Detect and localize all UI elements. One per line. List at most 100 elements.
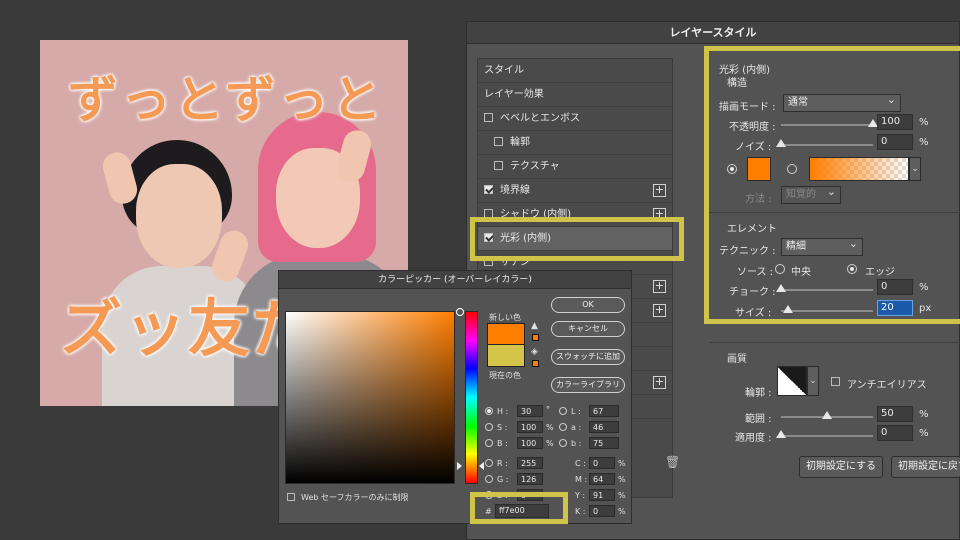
reset-default-button[interactable]: 初期設定に戻す [891, 456, 960, 478]
web-safe-icon[interactable]: ◈ [531, 347, 538, 357]
style-list-label: 境界線 [500, 185, 530, 196]
l-field[interactable]: 67 [589, 405, 619, 417]
gamut-warning-swatch[interactable] [532, 334, 539, 341]
jitter-unit: % [919, 428, 929, 439]
style-list-item[interactable]: テクスチャ [478, 155, 672, 179]
cancel-button[interactable]: キャンセル [551, 321, 625, 337]
style-checkbox[interactable] [484, 113, 493, 122]
g-field[interactable]: 126 [517, 473, 543, 485]
make-default-button[interactable]: 初期設定にする [799, 456, 883, 478]
add-effect-icon[interactable]: + [653, 304, 666, 317]
range-label: 範囲 : [745, 414, 772, 425]
m-label: M : [575, 475, 588, 484]
lab-b-radio[interactable] [559, 439, 567, 447]
s-unit: % [546, 423, 554, 432]
jitter-label: 適用度 : [735, 433, 772, 444]
k-field[interactable]: 0 [589, 505, 615, 517]
l-label: L : [571, 407, 581, 416]
k-unit: % [618, 507, 626, 516]
new-color-label: 新しい色 [489, 313, 521, 322]
antialias-label: アンチエイリアス [847, 380, 927, 391]
color-picker-ring[interactable] [456, 308, 464, 316]
ok-button[interactable]: OK [551, 297, 625, 313]
style-checkbox[interactable] [494, 161, 503, 170]
add-to-swatches-button[interactable]: スウォッチに追加 [551, 349, 625, 365]
photo-title-line1: ずっとずっと [68, 71, 385, 129]
c-label: C : [575, 459, 586, 468]
c-field[interactable]: 0 [589, 457, 615, 469]
style-checkbox[interactable] [494, 137, 503, 146]
contour-preview[interactable] [777, 366, 807, 396]
current-color-swatch[interactable] [487, 345, 525, 367]
s-field[interactable]: 100 [517, 421, 543, 433]
range-field[interactable]: 50 [877, 406, 913, 422]
b-unit: % [546, 439, 554, 448]
r-radio[interactable] [485, 459, 493, 467]
style-list-label: 輪郭 [510, 137, 530, 148]
gamut-warning-icon[interactable]: ▲ [531, 321, 538, 331]
web-safe-checkbox[interactable] [287, 493, 295, 501]
quality-title: 画質 [727, 354, 747, 365]
a-radio[interactable] [559, 423, 567, 431]
antialias-checkbox[interactable] [831, 377, 840, 386]
range-unit: % [919, 409, 929, 420]
r-field[interactable]: 255 [517, 457, 543, 469]
h-unit: ° [546, 405, 550, 414]
m-field[interactable]: 64 [589, 473, 615, 485]
range-slider-thumb[interactable] [822, 411, 832, 419]
dialog-title: レイヤースタイル [467, 22, 959, 44]
saturation-brightness-field[interactable] [285, 308, 464, 484]
a-label: a : [571, 423, 582, 432]
highlight-inner-glow-item [470, 217, 684, 261]
jitter-field[interactable]: 0 [877, 425, 913, 441]
y-label: Y : [575, 491, 586, 500]
person-left-face [136, 164, 222, 268]
hue-slider-arrow[interactable] [457, 462, 462, 470]
k-label: K : [575, 507, 586, 516]
b-field[interactable]: 100 [517, 437, 543, 449]
hue-slider-arrow[interactable] [479, 462, 484, 470]
l-radio[interactable] [559, 407, 567, 415]
color-picker-title: カラーピッカー (オーバーレイカラー) [279, 271, 631, 289]
a-field[interactable]: 46 [589, 421, 619, 433]
add-effect-icon[interactable]: + [653, 376, 666, 389]
y-unit: % [618, 491, 626, 500]
s-radio[interactable] [485, 423, 493, 431]
b-radio[interactable] [485, 439, 493, 447]
r-label: R : [497, 459, 508, 468]
web-safe-swatch[interactable] [532, 360, 539, 367]
divider [709, 342, 960, 343]
h-field[interactable]: 30 [517, 405, 543, 417]
h-label: H : [497, 407, 509, 416]
add-effect-icon[interactable]: + [653, 280, 666, 293]
style-list-label: ベベルとエンボス [500, 113, 580, 124]
b-label: B : [497, 439, 508, 448]
style-list-item[interactable]: 輪郭 [478, 131, 672, 155]
highlight-hex-field [470, 492, 568, 524]
style-list-item[interactable]: 境界線 + [478, 179, 672, 203]
highlight-inner-glow-panel [704, 46, 960, 324]
trash-icon[interactable]: 🗑 [665, 455, 680, 469]
style-list-item[interactable]: レイヤー効果 [478, 83, 672, 107]
h-radio[interactable] [485, 407, 493, 415]
style-list-label: スタイル [484, 65, 524, 76]
style-list-label: レイヤー効果 [484, 89, 544, 100]
color-picker-dialog: カラーピッカー (オーバーレイカラー) 新しい色 現在の色 ▲ ◈ OK キャン… [278, 270, 632, 524]
lab-b-field[interactable]: 75 [589, 437, 619, 449]
m-unit: % [618, 475, 626, 484]
jitter-slider[interactable] [781, 435, 873, 437]
y-field[interactable]: 91 [589, 489, 615, 501]
style-list-item[interactable]: ベベルとエンボス [478, 107, 672, 131]
add-effect-icon[interactable]: + [653, 184, 666, 197]
style-checkbox[interactable] [484, 185, 493, 194]
hue-slider[interactable] [465, 311, 478, 484]
color-libraries-button[interactable]: カラーライブラリ [551, 377, 625, 393]
contour-dropdown-icon[interactable]: ⌄ [807, 366, 819, 396]
new-color-swatch [487, 323, 525, 345]
jitter-slider-thumb[interactable] [776, 430, 786, 438]
lab-b-label: b : [571, 439, 582, 448]
contour-label: 輪郭 : [745, 388, 772, 399]
current-color-label: 現在の色 [489, 371, 521, 380]
g-radio[interactable] [485, 475, 493, 483]
style-list-item[interactable]: スタイル [478, 59, 672, 83]
